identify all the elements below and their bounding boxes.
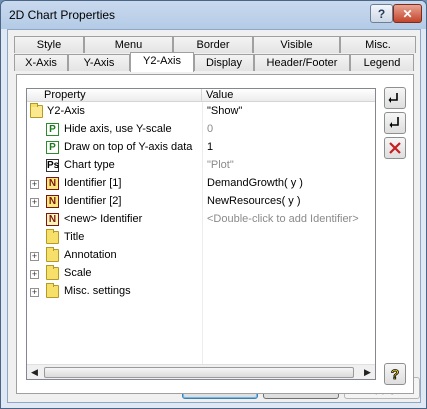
property-label: <new> Identifier: [64, 213, 143, 225]
property-label: Y2-Axis: [47, 105, 85, 117]
property-label: Identifier [1]: [64, 177, 122, 189]
undo-button[interactable]: [384, 87, 406, 109]
title-help-button[interactable]: ?: [370, 4, 393, 23]
tab-header-footer[interactable]: Header/Footer: [254, 54, 350, 71]
expand-plus-icon[interactable]: +: [30, 288, 39, 297]
n-identifier-icon: N: [46, 177, 59, 190]
folder-icon: [46, 247, 59, 262]
column-header-property[interactable]: Property: [27, 89, 202, 102]
help-button[interactable]: ?: [384, 363, 406, 385]
enter-icon: [389, 117, 399, 128]
delete-icon: [389, 142, 401, 154]
dialog-window: 2D Chart Properties ? ✕ Style Menu Borde…: [0, 0, 427, 409]
property-value[interactable]: "Plot": [207, 159, 234, 171]
property-value[interactable]: "Show": [207, 105, 242, 117]
grid-row-hide-axis[interactable]: P Hide axis, use Y-scale 0: [27, 121, 375, 139]
tab-label: X-Axis: [25, 57, 57, 69]
tab-label: Menu: [114, 39, 143, 51]
grid-row-draw-on-top[interactable]: P Draw on top of Y-axis data 1: [27, 139, 375, 157]
grid-row-title[interactable]: Title: [27, 229, 375, 247]
n-identifier-icon: N: [46, 195, 59, 208]
property-grid[interactable]: Property Value Y2-Axis "Show" P Hide axi…: [26, 88, 376, 380]
tab-y-axis[interactable]: Y-Axis: [68, 54, 130, 71]
grid-row-annotation[interactable]: + Annotation: [27, 247, 375, 265]
tab-label: Display: [205, 57, 243, 69]
property-label: Identifier [2]: [64, 195, 122, 207]
property-value[interactable]: DemandGrowth( y ): [207, 177, 303, 189]
svg-text:?: ?: [391, 366, 400, 382]
grid-row-misc-settings[interactable]: + Misc. settings: [27, 283, 375, 301]
property-label: Chart type: [64, 159, 115, 171]
tab-y2-axis[interactable]: Y2-Axis: [130, 52, 194, 72]
tab-label: Style: [36, 39, 62, 51]
property-value[interactable]: 0: [207, 123, 213, 135]
property-label: Draw on top of Y-axis data: [64, 141, 193, 153]
tab-label: Y-Axis: [83, 57, 115, 69]
p-property-icon: P: [46, 141, 59, 154]
folder-icon: [46, 283, 59, 298]
scrollbar-thumb[interactable]: [44, 367, 354, 378]
grid-row-y2-axis[interactable]: Y2-Axis "Show": [27, 103, 375, 121]
grid-header: Property Value: [27, 89, 375, 102]
tab-label: Visible: [280, 39, 313, 51]
expand-plus-icon[interactable]: +: [30, 252, 39, 261]
tab-menu[interactable]: Menu: [84, 36, 173, 53]
tab-label: Legend: [363, 57, 401, 69]
property-value[interactable]: NewResources( y ): [207, 195, 301, 207]
scroll-right-icon[interactable]: ▶: [360, 365, 375, 379]
column-header-value[interactable]: Value: [202, 89, 375, 102]
grid-row-scale[interactable]: + Scale: [27, 265, 375, 283]
n-new-identifier-icon: N: [46, 213, 59, 226]
horizontal-scrollbar[interactable]: ◀ ▶: [27, 364, 375, 379]
folder-open-icon: [30, 103, 43, 118]
undo-icon: [388, 93, 398, 103]
title-close-button[interactable]: ✕: [393, 4, 422, 23]
tab-style[interactable]: Style: [14, 36, 84, 53]
grid-row-identifier-1[interactable]: + N Identifier [1] DemandGrowth( y ): [27, 175, 375, 193]
grid-row-new-identifier[interactable]: N <new> Identifier <Double-click to add …: [27, 211, 375, 229]
grid-row-chart-type[interactable]: Ps Chart type "Plot": [27, 157, 375, 175]
property-label: Scale: [64, 267, 92, 279]
delete-button[interactable]: [384, 137, 406, 159]
tab-label: Y2-Axis: [143, 55, 181, 67]
tab-misc[interactable]: Misc.: [340, 36, 416, 53]
dialog-client: Style Menu Border Visible Misc. X-Axis Y…: [7, 29, 421, 403]
title-bar: 2D Chart Properties ? ✕: [1, 1, 426, 29]
folder-icon: [46, 265, 59, 280]
expand-plus-icon[interactable]: +: [30, 180, 39, 189]
tab-label: Header/Footer: [266, 57, 338, 69]
help-icon: ?: [390, 366, 400, 382]
expand-plus-icon[interactable]: +: [30, 270, 39, 279]
property-label: Annotation: [64, 249, 117, 261]
property-label: Misc. settings: [64, 285, 131, 297]
window-title: 2D Chart Properties: [9, 8, 116, 22]
tab-display[interactable]: Display: [194, 54, 254, 71]
tab-panel-y2-axis: Property Value Y2-Axis "Show" P Hide axi…: [16, 74, 414, 394]
close-icon: ✕: [402, 6, 413, 21]
tab-border[interactable]: Border: [173, 36, 253, 53]
tab-label: Misc.: [365, 39, 391, 51]
property-label: Hide axis, use Y-scale: [64, 123, 172, 135]
p-property-icon: P: [46, 123, 59, 136]
folder-icon: [46, 229, 59, 244]
grid-row-identifier-2[interactable]: + N Identifier [2] NewResources( y ): [27, 193, 375, 211]
scroll-left-icon[interactable]: ◀: [27, 365, 42, 379]
ps-property-icon: Ps: [46, 159, 60, 172]
expand-plus-icon[interactable]: +: [30, 198, 39, 207]
enter-button[interactable]: [384, 112, 406, 134]
question-icon: ?: [377, 6, 386, 21]
tab-legend[interactable]: Legend: [350, 54, 414, 71]
property-value[interactable]: <Double-click to add Identifier>: [207, 213, 359, 225]
property-value[interactable]: 1: [207, 141, 213, 153]
property-label: Title: [64, 231, 85, 243]
tab-visible[interactable]: Visible: [253, 36, 340, 53]
tab-label: Border: [196, 39, 230, 51]
tab-x-axis[interactable]: X-Axis: [14, 54, 68, 71]
